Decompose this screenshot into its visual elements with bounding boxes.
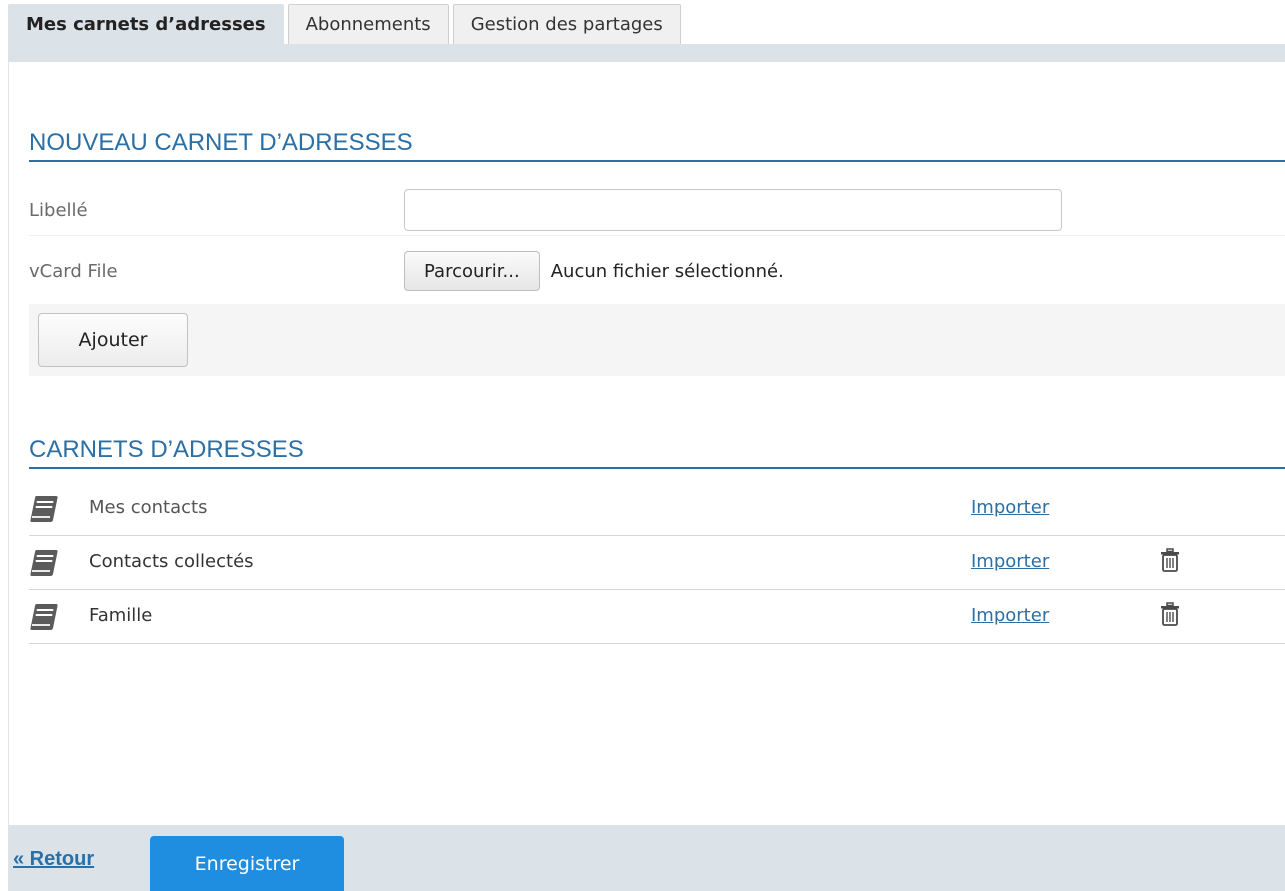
- address-book-icon: [30, 496, 58, 522]
- addressbook-name[interactable]: Famille: [89, 590, 152, 642]
- add-button-area: Ajouter: [29, 304, 1285, 376]
- trash-icon[interactable]: [1159, 602, 1181, 626]
- browse-button[interactable]: Parcourir...: [404, 251, 540, 291]
- address-book-icon: [30, 604, 58, 630]
- footer-bar: « Retour Enregistrer: [8, 825, 1285, 891]
- label-field-label: Libellé: [29, 199, 88, 221]
- addressbook-row: Mes contacts Importer: [29, 482, 1285, 536]
- addressbooks-title: CARNETS D’ADRESSES: [29, 436, 1285, 469]
- tab-mes-carnets[interactable]: Mes carnets d’adresses: [8, 4, 284, 44]
- trash-icon[interactable]: [1159, 548, 1181, 572]
- new-addressbook-title: NOUVEAU CARNET D’ADRESSES: [29, 129, 1285, 162]
- vcard-field-label: vCard File: [29, 260, 118, 282]
- import-link[interactable]: Importer: [971, 536, 1049, 588]
- tab-gestion-partages[interactable]: Gestion des partages: [452, 4, 681, 44]
- vcard-row: vCard File Parcourir... Aucun fichier sé…: [29, 246, 1285, 296]
- addressbook-row: Contacts collectés Importer: [29, 536, 1285, 590]
- tab-abonnements[interactable]: Abonnements: [287, 4, 449, 44]
- tab-bar-underline: [8, 44, 1285, 62]
- tab-bar: Mes carnets d’adresses Abonnements Gesti…: [8, 4, 681, 44]
- addressbook-name[interactable]: Mes contacts: [89, 482, 207, 534]
- label-row: Libellé: [29, 185, 1285, 236]
- import-link[interactable]: Importer: [971, 482, 1049, 534]
- addressbook-row: Famille Importer: [29, 590, 1285, 644]
- add-button[interactable]: Ajouter: [38, 313, 188, 367]
- address-book-icon: [30, 550, 58, 576]
- file-status-text: Aucun fichier sélectionné.: [550, 260, 784, 282]
- import-link[interactable]: Importer: [971, 590, 1049, 642]
- addressbook-name[interactable]: Contacts collectés: [89, 536, 254, 588]
- save-button[interactable]: Enregistrer: [150, 836, 344, 891]
- back-link[interactable]: « Retour: [13, 848, 94, 871]
- label-input[interactable]: [404, 189, 1062, 231]
- content-panel: NOUVEAU CARNET D’ADRESSES Libellé vCard …: [8, 62, 1285, 825]
